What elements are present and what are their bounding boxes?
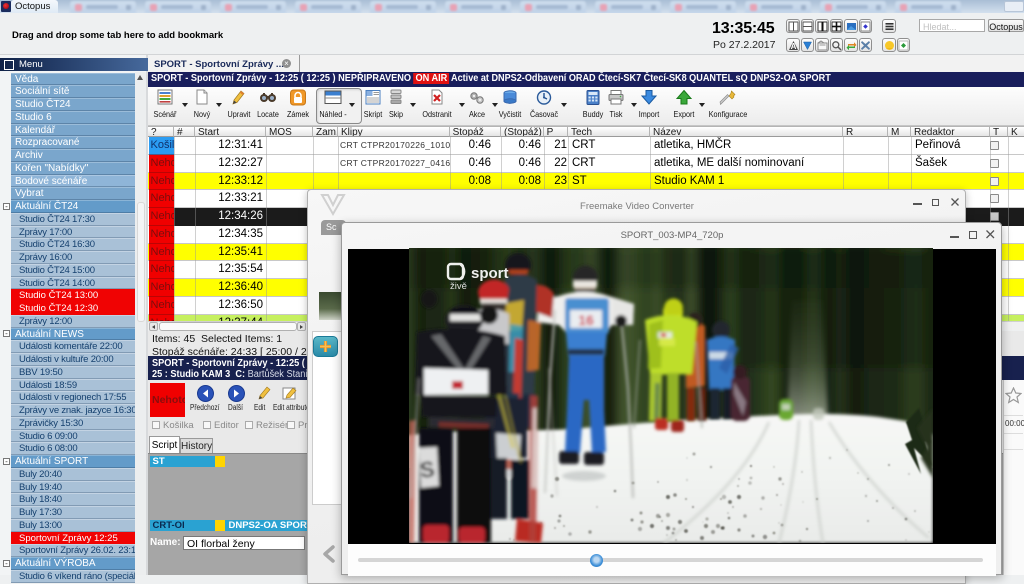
- svg-text:16: 16: [578, 312, 594, 328]
- svg-text:A: A: [790, 42, 796, 51]
- svg-text:živě: živě: [450, 281, 467, 292]
- svg-text:sport: sport: [471, 265, 509, 282]
- svg-text:S: S: [419, 456, 436, 482]
